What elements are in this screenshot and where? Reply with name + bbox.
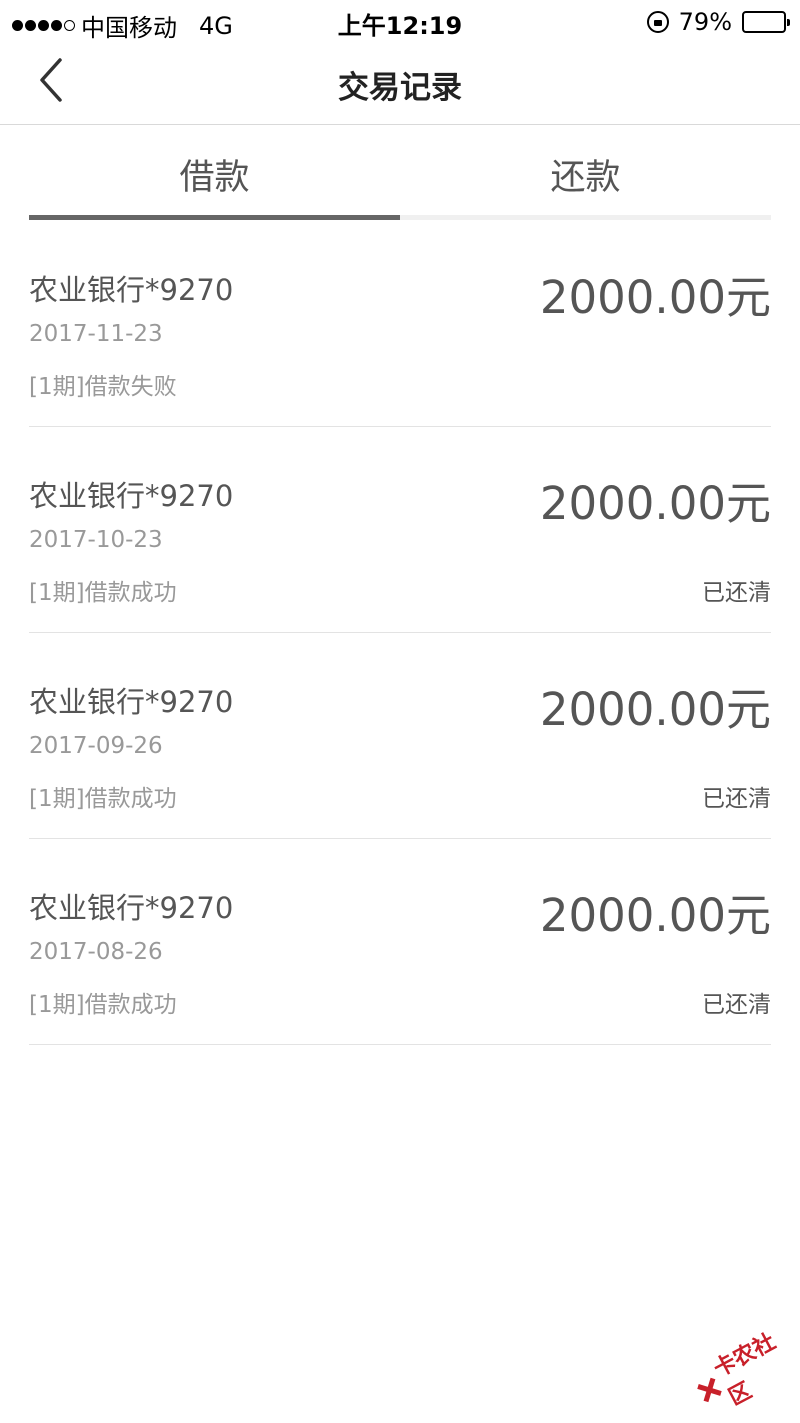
- battery-percent: 79%: [678, 8, 732, 36]
- transaction-date: 2017-08-26: [29, 939, 163, 965]
- orientation-lock-icon: [646, 11, 669, 33]
- transaction-item[interactable]: 农业银行*9270 2017-11-23 [1期]借款失败 2000.00元: [29, 221, 771, 427]
- bank-account: 农业银行*9270: [29, 685, 234, 719]
- transaction-list: 农业银行*9270 2017-11-23 [1期]借款失败 2000.00元 农…: [29, 221, 771, 1045]
- transaction-amount: 2000.00元: [539, 683, 771, 736]
- status-right: 79%: [646, 8, 790, 36]
- repaid-label: 已还清: [702, 786, 771, 812]
- transaction-status: [1期]借款成功: [29, 786, 177, 812]
- repaid-label: 已还清: [702, 992, 771, 1018]
- repaid-label: 已还清: [702, 580, 771, 606]
- watermark: 卡农社区: [687, 1322, 800, 1418]
- transaction-date: 2017-09-26: [29, 733, 163, 759]
- transaction-item[interactable]: 农业银行*9270 2017-08-26 [1期]借款成功 2000.00元 已…: [29, 839, 771, 1045]
- transaction-date: 2017-11-23: [29, 321, 163, 347]
- transaction-amount: 2000.00元: [539, 889, 771, 942]
- transaction-amount: 2000.00元: [539, 477, 771, 530]
- transaction-item[interactable]: 农业银行*9270 2017-10-23 [1期]借款成功 2000.00元 已…: [29, 427, 771, 633]
- transaction-status: [1期]借款成功: [29, 580, 177, 606]
- transaction-date: 2017-10-23: [29, 527, 163, 553]
- page-title: 交易记录: [338, 70, 462, 106]
- transaction-amount: 2000.00元: [539, 271, 771, 324]
- battery-icon: [742, 11, 790, 33]
- tab-borrow[interactable]: 借款: [29, 125, 400, 221]
- transaction-status: [1期]借款失败: [29, 374, 177, 400]
- tab-bar: 借款 还款: [29, 125, 771, 221]
- tab-repay[interactable]: 还款: [400, 125, 771, 221]
- bank-account: 农业银行*9270: [29, 891, 234, 925]
- tab-active-indicator: [29, 215, 400, 220]
- bank-account: 农业银行*9270: [29, 479, 234, 513]
- transaction-item[interactable]: 农业银行*9270 2017-09-26 [1期]借款成功 2000.00元 已…: [29, 633, 771, 839]
- status-bar: 中国移动 4G 上午12:19 79%: [0, 0, 800, 42]
- bank-account: 农业银行*9270: [29, 273, 234, 307]
- nav-bar: 交易记录: [0, 40, 800, 125]
- transaction-status: [1期]借款成功: [29, 992, 177, 1018]
- screen: 中国移动 4G 上午12:19 79% 交易记录 借款 还款 农业银行*9270…: [0, 0, 800, 1423]
